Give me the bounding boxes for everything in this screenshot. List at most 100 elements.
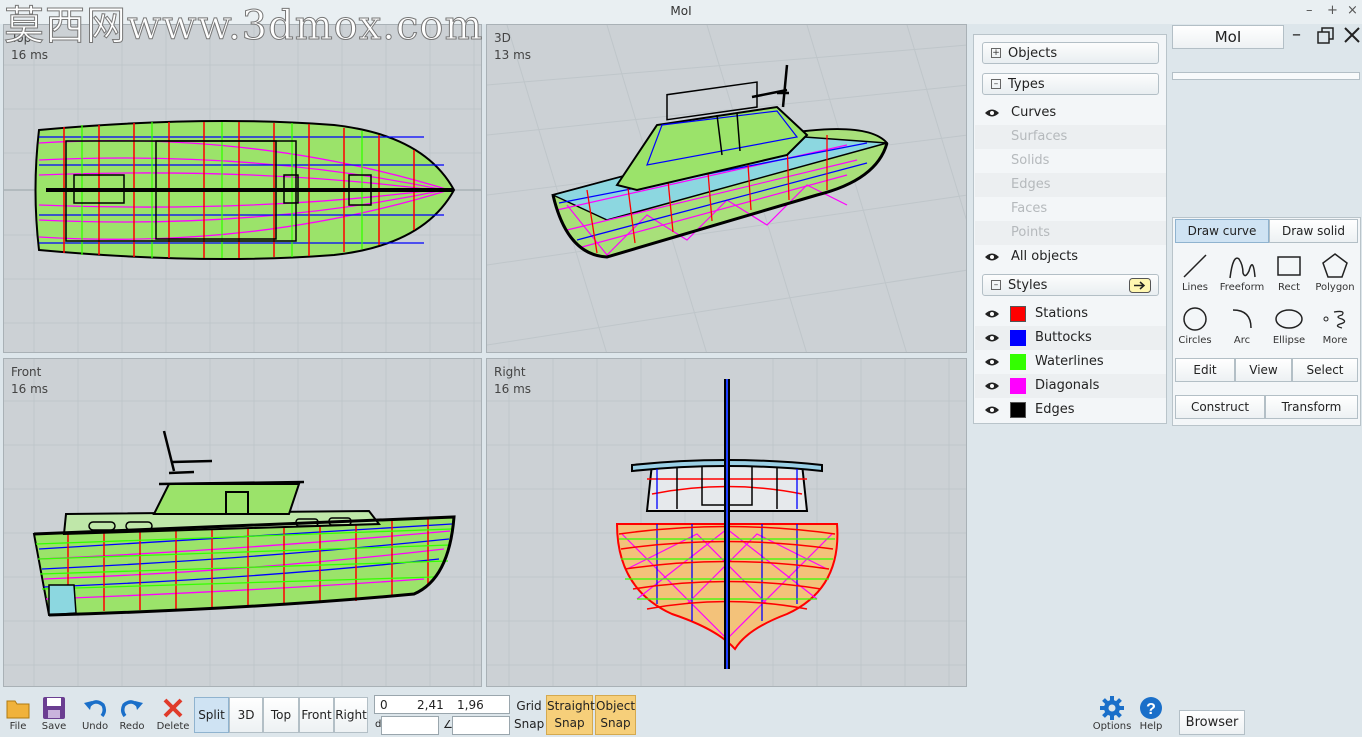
- view-3d-button[interactable]: 3D: [229, 697, 263, 733]
- save-button[interactable]: Save: [35, 695, 73, 732]
- tool-arc[interactable]: Arc: [1219, 302, 1265, 352]
- straight-snap-toggle[interactable]: Straight Snap: [546, 695, 595, 735]
- collapse-icon[interactable]: –: [991, 280, 1001, 290]
- type-row-faces[interactable]: Faces: [975, 197, 1166, 221]
- viewport-top[interactable]: Top 16 ms: [3, 24, 482, 353]
- color-swatch[interactable]: [1010, 330, 1026, 346]
- help-icon: ?: [1140, 697, 1162, 719]
- eye-icon[interactable]: [984, 252, 1000, 262]
- save-icon: [43, 697, 65, 719]
- style-row-edges[interactable]: Edges: [975, 398, 1166, 422]
- arc-icon: [1232, 309, 1252, 329]
- polygon-icon: [1322, 253, 1348, 278]
- svg-text:?: ?: [1146, 701, 1156, 718]
- viewport-front[interactable]: Front 16 ms: [3, 358, 482, 687]
- edit-button[interactable]: Edit: [1175, 358, 1235, 382]
- color-swatch[interactable]: [1010, 402, 1026, 418]
- view-button[interactable]: View: [1235, 358, 1292, 382]
- coordinate-input[interactable]: 0 2,41 1,96: [374, 695, 510, 714]
- tab-draw-solid[interactable]: Draw solid: [1269, 219, 1358, 243]
- maximize-icon[interactable]: +: [1327, 3, 1338, 18]
- viewport-3d[interactable]: 3D 13 ms: [486, 24, 967, 353]
- tool-freeform[interactable]: Freeform: [1219, 249, 1265, 299]
- boat-front-view: [32, 430, 456, 617]
- circle-icon: [1183, 307, 1207, 331]
- restore-icon[interactable]: [1317, 27, 1335, 45]
- gear-icon: [1100, 696, 1124, 720]
- close-icon[interactable]: [1344, 27, 1360, 43]
- style-row-buttocks[interactable]: Buttocks: [975, 326, 1166, 350]
- select-button[interactable]: Select: [1292, 358, 1358, 382]
- type-row-points[interactable]: Points: [975, 221, 1166, 245]
- style-row-stations[interactable]: Stations: [975, 302, 1166, 326]
- minimize-icon[interactable]: –: [1306, 3, 1313, 18]
- view-right-button[interactable]: Right: [334, 697, 368, 733]
- viewport-label: Right: [494, 365, 526, 379]
- options-button[interactable]: Options: [1090, 695, 1134, 732]
- transform-button[interactable]: Transform: [1265, 395, 1358, 419]
- render-time: 16 ms: [494, 382, 532, 396]
- eye-icon[interactable]: [984, 357, 1000, 367]
- folder-icon: [6, 700, 30, 719]
- eye-icon[interactable]: [984, 333, 1000, 343]
- viewport-right[interactable]: Right 16 ms: [486, 358, 967, 687]
- boat-top-view: [34, 120, 456, 260]
- type-row-solids[interactable]: Solids: [975, 149, 1166, 173]
- type-row-surfaces[interactable]: Surfaces: [975, 125, 1166, 149]
- tool-polygon[interactable]: Polygon: [1312, 249, 1358, 299]
- tool-ellipse[interactable]: Ellipse: [1266, 302, 1312, 352]
- grid-snap-toggle[interactable]: Grid Snap: [514, 697, 544, 733]
- lines-icon: [1183, 254, 1207, 278]
- ellipse-icon: [1275, 309, 1303, 329]
- type-row-curves[interactable]: Curves: [975, 101, 1166, 125]
- eye-icon[interactable]: [984, 309, 1000, 319]
- construct-button[interactable]: Construct: [1175, 395, 1265, 419]
- render-time: 16 ms: [11, 48, 49, 62]
- eye-icon[interactable]: [984, 108, 1000, 118]
- objects-header[interactable]: + Objects: [982, 42, 1159, 64]
- watermark: 莫西网www.3dmox.com: [3, 3, 484, 49]
- expand-icon[interactable]: +: [991, 48, 1001, 58]
- delete-button[interactable]: Delete: [154, 695, 192, 732]
- rect-icon: [1277, 256, 1301, 276]
- color-swatch[interactable]: [1010, 354, 1026, 370]
- tool-lines[interactable]: Lines: [1172, 249, 1218, 299]
- more-icon: [1323, 310, 1346, 329]
- viewport-label: Front: [11, 365, 42, 379]
- color-swatch[interactable]: [1010, 378, 1026, 394]
- collapse-icon[interactable]: –: [991, 79, 1001, 89]
- styles-header[interactable]: – Styles: [982, 274, 1159, 296]
- type-row-edges[interactable]: Edges: [975, 173, 1166, 197]
- view-front-button[interactable]: Front: [299, 697, 334, 733]
- angle-input[interactable]: [452, 716, 510, 735]
- object-snap-toggle[interactable]: Object Snap: [595, 695, 636, 735]
- eye-icon[interactable]: [984, 405, 1000, 415]
- minimize-icon[interactable]: –: [1292, 24, 1301, 45]
- close-icon[interactable]: ×: [1347, 3, 1358, 18]
- color-swatch[interactable]: [1010, 306, 1026, 322]
- view-split-button[interactable]: Split: [194, 697, 229, 733]
- undo-icon: [84, 700, 107, 718]
- redo-icon: [120, 700, 143, 718]
- browser-button[interactable]: Browser: [1179, 710, 1245, 735]
- undo-button[interactable]: Undo: [76, 695, 114, 732]
- tool-circles[interactable]: Circles: [1172, 302, 1218, 352]
- distance-input[interactable]: [381, 716, 439, 735]
- delete-icon: [163, 698, 183, 718]
- style-row-diagonals[interactable]: Diagonals: [975, 374, 1166, 398]
- boat-3d-view: [550, 64, 889, 259]
- tool-rect[interactable]: Rect: [1266, 249, 1312, 299]
- tool-more[interactable]: More: [1312, 302, 1358, 352]
- file-button[interactable]: File: [0, 695, 37, 732]
- help-button[interactable]: ? Help: [1132, 695, 1170, 732]
- type-row-all-objects[interactable]: All objects: [975, 245, 1166, 269]
- eye-icon[interactable]: [984, 381, 1000, 391]
- tab-draw-curve[interactable]: Draw curve: [1175, 219, 1269, 243]
- view-top-button[interactable]: Top: [263, 697, 299, 733]
- arrow-right-icon[interactable]: [1129, 278, 1151, 293]
- style-row-waterlines[interactable]: Waterlines: [975, 350, 1166, 374]
- moi-menu-button[interactable]: MoI: [1172, 25, 1284, 49]
- redo-button[interactable]: Redo: [113, 695, 151, 732]
- types-header[interactable]: – Types: [982, 73, 1159, 95]
- boat-right-view: [615, 379, 839, 669]
